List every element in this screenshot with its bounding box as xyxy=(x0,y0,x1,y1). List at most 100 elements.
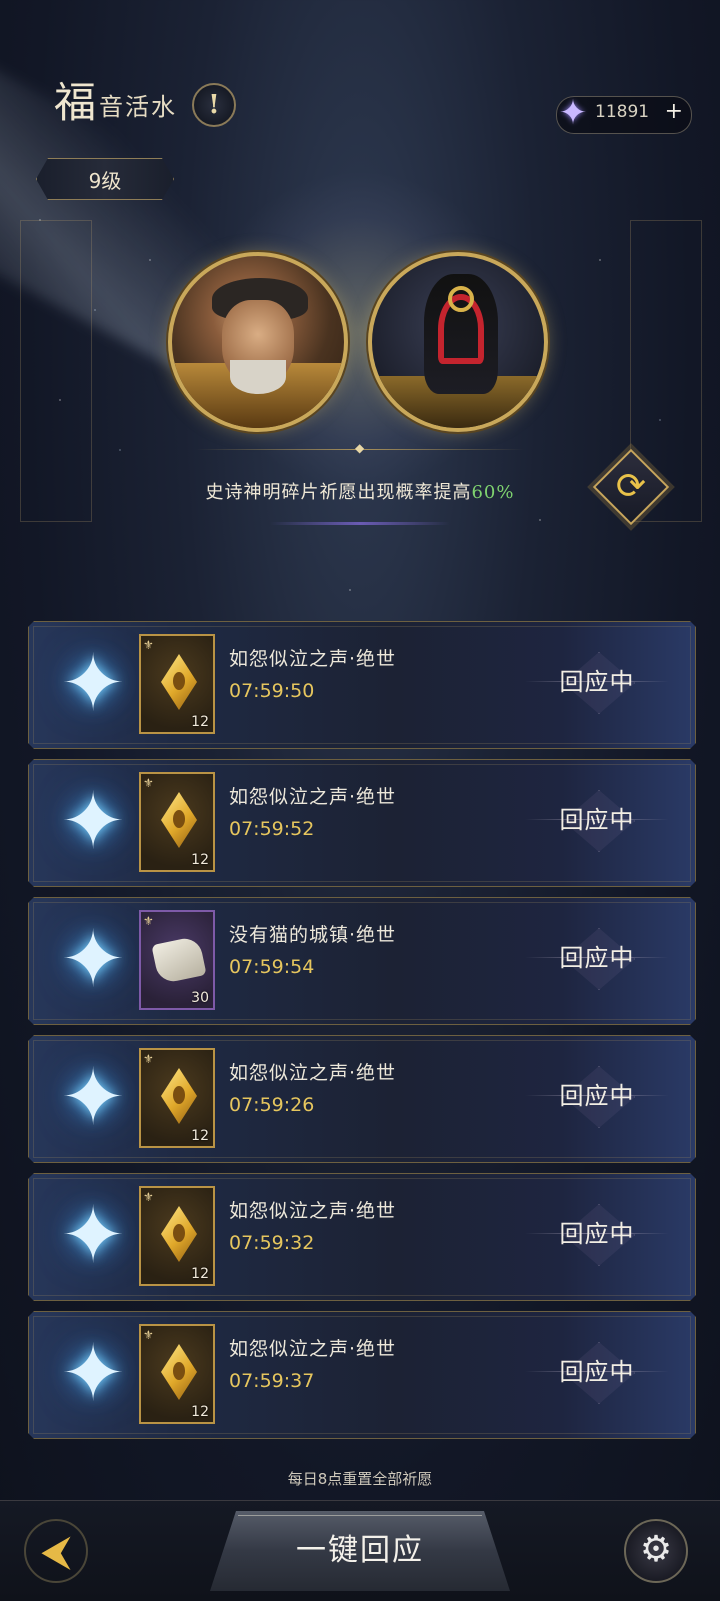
button-deco-diamond xyxy=(563,652,635,714)
wish-star-icon: ✦ xyxy=(60,639,126,729)
respond-status-label: 回应中 xyxy=(559,1220,635,1248)
button-deco-diamond xyxy=(563,928,635,990)
level-label: 9级 xyxy=(88,168,122,193)
button-deco-diamond xyxy=(563,790,635,852)
golden-crystal-icon xyxy=(161,654,197,710)
golden-crystal-icon xyxy=(161,1068,197,1124)
bonus-prefix: 史诗神明碎片祈愿出现概率提高 xyxy=(205,482,472,503)
wish-row: ✦ ⚜ 12 如怨似泣之声·绝世 07:59:50 回应中 xyxy=(28,621,696,749)
button-deco-diamond xyxy=(563,1204,635,1266)
button-deco-line xyxy=(525,681,669,682)
currency-display: ✦ 11891 + xyxy=(556,93,692,134)
item-corner-icon: ⚜ xyxy=(143,914,154,928)
page-title: 福 音活水 xyxy=(54,82,177,124)
exclamation-icon: ! xyxy=(208,90,220,120)
reward-item-card[interactable]: ⚜ 12 xyxy=(139,772,215,872)
respond-status-button[interactable]: 回应中 xyxy=(525,790,669,850)
respond-status-button[interactable]: 回应中 xyxy=(525,1342,669,1402)
button-deco-line xyxy=(525,1095,669,1096)
scroll-icon xyxy=(151,935,206,984)
wish-star-icon: ✦ xyxy=(60,777,126,867)
item-quantity: 30 xyxy=(191,990,209,1006)
wish-row: ✦ ⚜ 12 如怨似泣之声·绝世 07:59:52 回应中 xyxy=(28,759,696,887)
wish-name: 如怨似泣之声·绝世 xyxy=(229,786,397,808)
respond-status-label: 回应中 xyxy=(559,944,635,972)
bonus-underline xyxy=(270,522,450,525)
respond-status-label: 回应中 xyxy=(559,1082,635,1110)
wish-star-icon: ✦ xyxy=(60,1191,126,1281)
item-corner-icon: ⚜ xyxy=(143,638,154,652)
back-button[interactable]: ⮜ xyxy=(24,1519,88,1583)
wish-row: ✦ ⚜ 12 如怨似泣之声·绝世 07:59:37 回应中 xyxy=(28,1311,696,1439)
wish-timer: 07:59:52 xyxy=(229,818,315,840)
item-quantity: 12 xyxy=(191,852,209,868)
wish-row: ✦ ⚜ 30 没有猫的城镇·绝世 07:59:54 回应中 xyxy=(28,897,696,1025)
wish-timer: 07:59:32 xyxy=(229,1232,315,1254)
add-currency-button[interactable]: + xyxy=(665,99,683,124)
page-title-small: 音活水 xyxy=(99,93,178,121)
level-badge: 9级 xyxy=(36,158,174,200)
respond-all-label: 一键回应 xyxy=(296,1533,424,1568)
button-deco-diamond xyxy=(563,1066,635,1128)
item-quantity: 12 xyxy=(191,714,209,730)
respond-status-label: 回应中 xyxy=(559,1358,635,1386)
crystal-star-icon: ✦ xyxy=(558,93,588,133)
wish-row: ✦ ⚜ 12 如怨似泣之声·绝世 07:59:32 回应中 xyxy=(28,1173,696,1301)
wish-star-icon: ✦ xyxy=(60,1053,126,1143)
reward-item-card[interactable]: ⚜ 12 xyxy=(139,1048,215,1148)
anubis-gold-ring xyxy=(448,286,474,312)
wish-star-icon: ✦ xyxy=(60,1329,126,1419)
button-deco-line xyxy=(525,957,669,958)
item-corner-icon: ⚜ xyxy=(143,1190,154,1204)
respond-status-button[interactable]: 回应中 xyxy=(525,1066,669,1126)
respond-status-label: 回应中 xyxy=(559,668,635,696)
wish-timer: 07:59:50 xyxy=(229,680,315,702)
hero-beard xyxy=(230,360,286,394)
bottom-bar: ⮜ 一键回应 ⚙ xyxy=(0,1500,720,1601)
hero-portrait[interactable] xyxy=(168,252,348,432)
respond-status-button[interactable]: 回应中 xyxy=(525,928,669,988)
button-deco-line xyxy=(525,819,669,820)
page-title-big: 福 xyxy=(54,78,98,127)
wish-name: 没有猫的城镇·绝世 xyxy=(229,924,397,946)
respond-status-button[interactable]: 回应中 xyxy=(525,1204,669,1264)
reward-item-card[interactable]: ⚜ 12 xyxy=(139,634,215,734)
wish-name: 如怨似泣之声·绝世 xyxy=(229,1062,397,1084)
item-quantity: 12 xyxy=(191,1128,209,1144)
wish-star-icon: ✦ xyxy=(60,915,126,1005)
settings-button[interactable]: ⚙ xyxy=(624,1519,688,1583)
respond-status-button[interactable]: 回应中 xyxy=(525,652,669,712)
back-arrow-icon: ⮜ xyxy=(41,1526,71,1575)
bonus-percentage: 60% xyxy=(471,482,515,503)
divider-diamond-icon: ◆ xyxy=(355,441,365,455)
reward-item-card[interactable]: ⚜ 30 xyxy=(139,910,215,1010)
wish-timer: 07:59:26 xyxy=(229,1094,315,1116)
item-corner-icon: ⚜ xyxy=(143,776,154,790)
anubis-portrait[interactable] xyxy=(368,252,548,432)
left-frame-ornament xyxy=(20,220,92,522)
currency-value: 11891 xyxy=(595,102,650,122)
reward-item-card[interactable]: ⚜ 12 xyxy=(139,1324,215,1424)
wish-name: 如怨似泣之声·绝世 xyxy=(229,648,397,670)
item-quantity: 12 xyxy=(191,1404,209,1420)
item-corner-icon: ⚜ xyxy=(143,1052,154,1066)
reset-note: 每日8点重置全部祈愿 xyxy=(287,1470,433,1488)
wish-name: 如怨似泣之声·绝世 xyxy=(229,1200,397,1222)
golden-crystal-icon xyxy=(161,1206,197,1262)
button-deco-line xyxy=(525,1233,669,1234)
respond-status-label: 回应中 xyxy=(559,806,635,834)
refresh-icon: ⟳ xyxy=(615,466,647,507)
item-corner-icon: ⚜ xyxy=(143,1328,154,1342)
refresh-button[interactable]: ⟳ xyxy=(592,448,670,526)
golden-crystal-icon xyxy=(161,792,197,848)
wish-name: 如怨似泣之声·绝世 xyxy=(229,1338,397,1360)
info-button[interactable]: ! xyxy=(192,83,236,127)
button-deco-line xyxy=(525,1371,669,1372)
reward-item-card[interactable]: ⚜ 12 xyxy=(139,1186,215,1286)
golden-crystal-icon xyxy=(161,1344,197,1400)
respond-all-button[interactable]: 一键回应 xyxy=(210,1511,510,1591)
wish-timer: 07:59:37 xyxy=(229,1370,315,1392)
wish-timer: 07:59:54 xyxy=(229,956,315,978)
wish-row: ✦ ⚜ 12 如怨似泣之声·绝世 07:59:26 回应中 xyxy=(28,1035,696,1163)
item-quantity: 12 xyxy=(191,1266,209,1282)
